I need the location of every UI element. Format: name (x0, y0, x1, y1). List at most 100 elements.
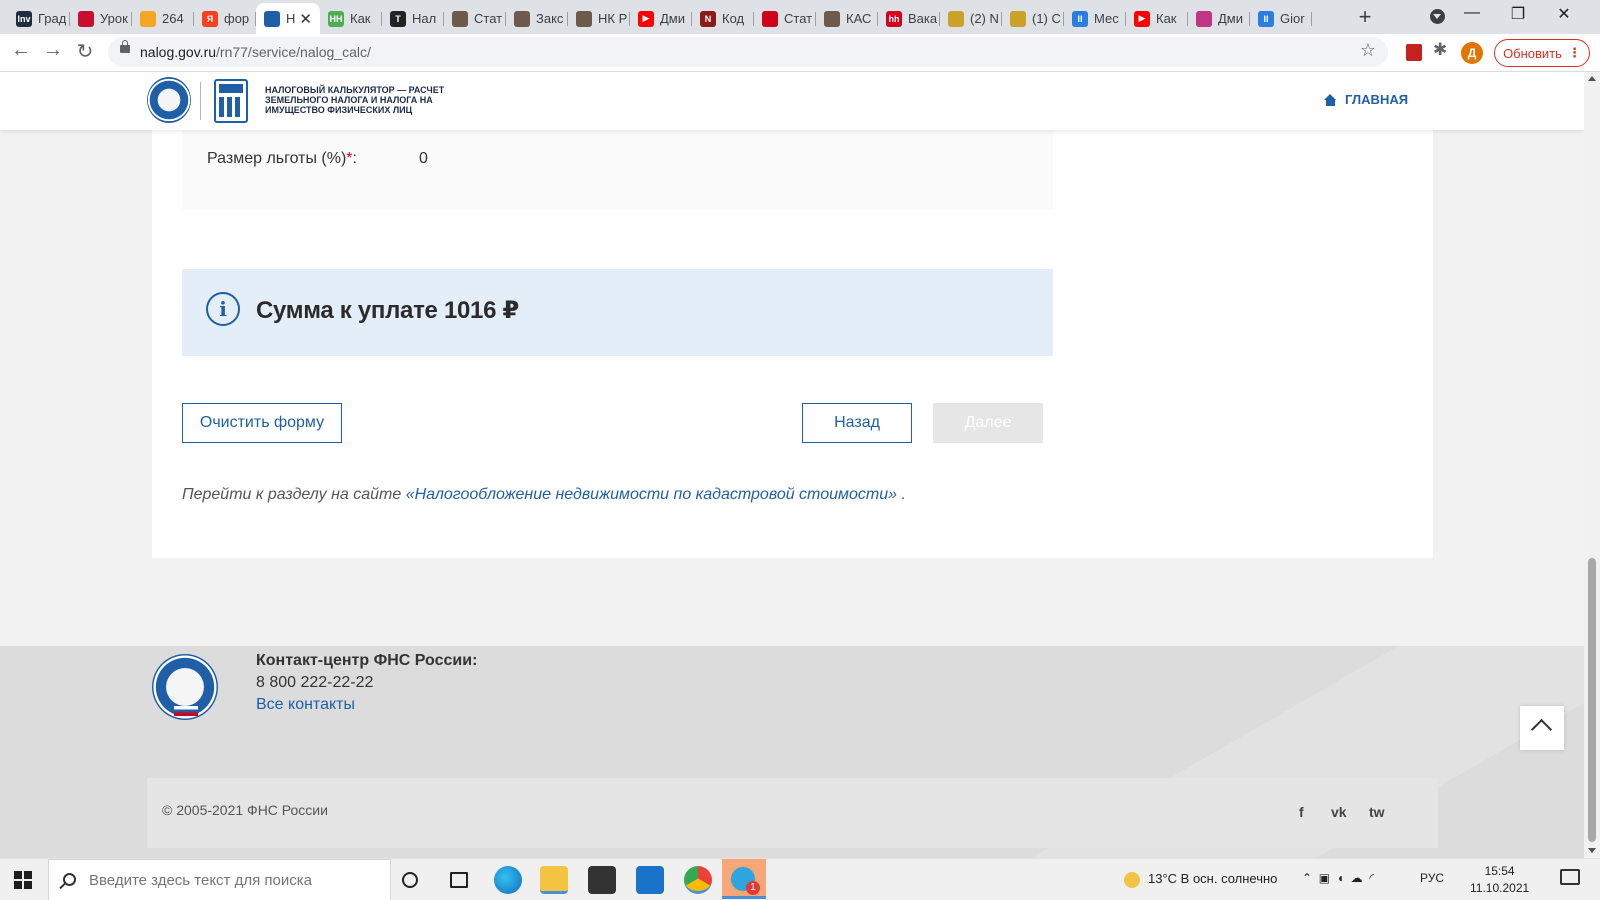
scroll-up-icon[interactable] (1588, 76, 1596, 81)
tray-chevron-up-icon[interactable]: ⌃ (1302, 871, 1312, 885)
browser-tab[interactable]: (2) N (940, 3, 1002, 34)
browser-tab[interactable]: Урок (70, 3, 132, 34)
address-bar[interactable]: nalog.gov.ru/rn77/service/nalog_calc/ ☆ (108, 37, 1388, 67)
result-box: i Сумма к уплате 1016 ₽ (182, 269, 1053, 356)
browser-tab[interactable]: 264 (132, 3, 194, 34)
browser-tab[interactable]: II Gior (1250, 3, 1312, 34)
tab-label: Gior (1280, 11, 1305, 26)
clock-date: 11.10.2021 (1470, 881, 1530, 895)
task-view-icon[interactable] (450, 872, 468, 888)
bookmark-star-icon[interactable]: ☆ (1360, 40, 1376, 61)
tab-label: Закс (536, 11, 564, 26)
browser-tab[interactable]: HH Как (320, 3, 382, 34)
mail-icon[interactable] (636, 866, 664, 894)
back-button[interactable]: Назад (802, 403, 912, 443)
close-window-icon[interactable]: ✕ (1549, 4, 1579, 24)
tab-label: 264 (162, 11, 184, 26)
browser-tab[interactable]: (1) С (1002, 3, 1064, 34)
all-contacts-link[interactable]: Все контакты (256, 696, 355, 714)
wifi-icon[interactable]: ◜ (1369, 871, 1374, 885)
tab-label: Нал (412, 11, 437, 26)
goto-prefix: Перейти к разделу на сайте (182, 486, 406, 503)
taskbar-clock[interactable]: 15:54 11.10.2021 (1470, 863, 1529, 897)
weather-widget[interactable]: 13°C В осн. солнечно (1124, 871, 1277, 888)
windows-start-icon[interactable] (14, 871, 32, 889)
tab-label: фор (224, 11, 250, 26)
browser-tab[interactable]: II Мес (1064, 3, 1126, 34)
tab-search-icon[interactable] (1430, 9, 1445, 24)
update-label: Обновить (1503, 45, 1562, 61)
browser-tab[interactable]: Inv Град (8, 3, 70, 34)
taskbar-search-input[interactable] (89, 872, 379, 889)
edge-icon[interactable] (494, 866, 522, 894)
browser-tab[interactable]: Закс (506, 3, 568, 34)
scroll-to-top-button[interactable] (1520, 706, 1564, 750)
back-arrow-icon[interactable]: ← (8, 39, 34, 62)
tab-active[interactable]: Н ✕ (256, 3, 320, 34)
tab-label: (1) С (1032, 11, 1061, 26)
reload-icon[interactable]: ↻ (72, 39, 98, 64)
browser-tab[interactable]: ▶ Дми (630, 3, 692, 34)
site-header: НАЛОГОВЫЙ КАЛЬКУЛЯТОР — РАСЧЕТ ЗЕМЕЛЬНОГ… (0, 72, 1584, 130)
browser-tab[interactable]: Стат (444, 3, 506, 34)
forward-arrow-icon[interactable]: → (40, 39, 66, 62)
facebook-icon[interactable]: f (1299, 804, 1304, 820)
browser-tab[interactable]: Дми (1188, 3, 1250, 34)
tab-label: Стат (474, 11, 503, 26)
tab-favicon-icon (762, 10, 778, 27)
copyright: © 2005-2021 ФНС России (162, 802, 328, 818)
clear-form-button[interactable]: Очистить форму (182, 403, 342, 443)
tab-favicon-icon: N (700, 10, 716, 27)
benefit-value: 0 (419, 150, 428, 167)
browser-tab[interactable]: Стат (754, 3, 816, 34)
browser-tab[interactable]: ▶ Как (1126, 3, 1188, 34)
notifications-icon[interactable] (1560, 869, 1580, 885)
tab-favicon-icon (264, 10, 280, 27)
taskbar-search[interactable] (48, 859, 391, 900)
update-button[interactable]: Обновить ⋮ (1494, 39, 1590, 67)
weather-text: 13°C В осн. солнечно (1148, 871, 1278, 886)
twitter-icon[interactable]: tw (1369, 804, 1385, 820)
onedrive-icon[interactable]: ☁ (1351, 871, 1363, 885)
tab-list: Inv Град Урок 264 Яфор Н ✕ HH Как T Нал Стат Закс НК … (8, 3, 1312, 34)
minimize-icon[interactable]: — (1457, 4, 1487, 22)
tab-favicon-icon: Inv (16, 10, 32, 27)
cortana-icon[interactable] (402, 872, 418, 888)
volume-icon[interactable]: ◖ (1337, 871, 1344, 885)
tab-favicon-icon: II (1258, 10, 1274, 27)
restore-icon[interactable]: ❐ (1503, 4, 1533, 24)
scroll-thumb[interactable] (1588, 558, 1596, 842)
tab-favicon-icon (948, 10, 964, 27)
profile-avatar[interactable]: Д (1461, 42, 1483, 64)
vk-icon[interactable]: vk (1331, 804, 1347, 820)
tab-favicon-icon: HH (328, 10, 344, 27)
browser-tab[interactable]: КАС (816, 3, 878, 34)
browser-tab[interactable]: hh Вака (878, 3, 940, 34)
tab-close-icon[interactable]: ✕ (299, 10, 312, 28)
chrome-icon[interactable] (684, 866, 712, 894)
meet-icon[interactable]: ▣ (1319, 871, 1330, 885)
tray-icons[interactable]: ⌃ ▣ ◖ ☁ ◜ (1302, 871, 1374, 885)
language-indicator[interactable]: РУС (1420, 871, 1444, 885)
lock-icon[interactable] (120, 40, 130, 53)
browser-tab[interactable]: Яфор (194, 3, 256, 34)
url-text[interactable]: nalog.gov.ru/rn77/service/nalog_calc/ (140, 44, 371, 60)
page-scrollbar[interactable] (1584, 72, 1600, 858)
telegram-taskbar-item[interactable]: 1 (722, 859, 766, 899)
new-tab-button[interactable]: + (1352, 4, 1378, 30)
more-menu-icon: ⋮ (1567, 45, 1581, 60)
cadastral-tax-link[interactable]: «Налогообложение недвижимости по кадастр… (406, 486, 897, 503)
browser-tab[interactable]: N Код (692, 3, 754, 34)
tab-favicon-icon (1196, 10, 1212, 27)
browser-tab[interactable]: НК Р (568, 3, 630, 34)
tab-favicon-icon: hh (886, 10, 902, 27)
scroll-down-icon[interactable] (1588, 848, 1596, 853)
extensions-puzzle-icon[interactable]: ✱ (1433, 40, 1447, 60)
fns-emblem-logo[interactable] (147, 77, 191, 123)
file-explorer-icon[interactable] (540, 866, 568, 894)
store-icon[interactable] (588, 866, 616, 894)
home-link[interactable]: ГЛАВНАЯ (1324, 92, 1408, 107)
next-button[interactable]: Далее (933, 403, 1043, 443)
pdf-extension-icon[interactable] (1406, 44, 1422, 61)
browser-tab[interactable]: T Нал (382, 3, 444, 34)
